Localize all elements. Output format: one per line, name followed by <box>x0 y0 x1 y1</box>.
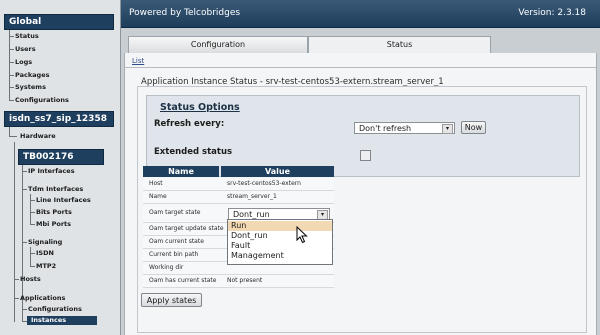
table-row: Host srv-test-centos53-extern <box>143 178 334 191</box>
powered-by-text: Powered by Telcobridges <box>129 8 241 18</box>
version-text: Version: 2.3.18 <box>518 8 586 18</box>
oam-target-state-value: Dont_run <box>233 210 270 219</box>
sidebar-item-tdm-interfaces[interactable]: Tdm Interfaces <box>28 184 83 194</box>
refresh-select-value: Don't refresh <box>359 124 412 133</box>
global-section-header[interactable]: Global <box>4 14 114 30</box>
row-name: Oam target update state <box>149 225 224 232</box>
dropdown-option-dont-run[interactable]: Dont_run <box>228 231 332 241</box>
table-header-value: Value <box>221 166 334 177</box>
sidebar-item-logs[interactable]: Logs <box>15 57 32 67</box>
sidebar-item-signaling[interactable]: Signaling <box>28 237 62 247</box>
sidebar-item-ip-interfaces[interactable]: IP Interfaces <box>28 166 75 176</box>
board-section-header[interactable]: TB002176 <box>18 149 104 165</box>
sidebar-item-instances[interactable]: Instances <box>27 316 97 325</box>
apply-states-button[interactable]: Apply states <box>141 293 202 307</box>
refresh-label: Refresh every: <box>154 119 225 129</box>
app-header: Powered by Telcobridges Version: 2.3.18 <box>121 0 600 28</box>
sidebar-item-line-interfaces[interactable]: Line Interfaces <box>36 195 91 205</box>
now-button[interactable]: Now <box>461 121 486 134</box>
table-row: Name stream_server_1 <box>143 191 334 204</box>
sidebar-item-app-configurations[interactable]: Configurations <box>28 304 82 314</box>
row-name: Name <box>149 193 167 200</box>
row-name: Working dir <box>149 264 184 271</box>
sidebar-item-packages[interactable]: Packages <box>15 70 49 80</box>
tab-configuration[interactable]: Configuration <box>128 36 308 53</box>
status-options-title: Status Options <box>160 102 240 113</box>
dropdown-option-management[interactable]: Management <box>228 251 332 261</box>
extended-status-label: Extended status <box>154 147 233 157</box>
sidebar-item-users[interactable]: Users <box>15 44 36 54</box>
device-section-header[interactable]: isdn_ss7_sip_12358 <box>4 111 114 127</box>
sidebar-item-systems[interactable]: Systems <box>15 82 46 92</box>
row-name: Oam current state <box>149 238 204 245</box>
sidebar-item-hardware[interactable]: Hardware <box>20 131 56 141</box>
row-name: Host <box>149 180 163 187</box>
sidebar-item-bits-ports[interactable]: Bits Ports <box>36 207 72 217</box>
chevron-down-icon: ▾ <box>442 124 453 134</box>
mouse-cursor-icon <box>296 226 308 244</box>
dropdown-option-run[interactable]: Run <box>228 221 332 231</box>
sidebar-item-hosts[interactable]: Hosts <box>20 274 41 284</box>
sidebar: Global Status Users Logs Packages System… <box>0 0 121 335</box>
status-options-box: Status Options Refresh every: Don't refr… <box>146 95 580 177</box>
sidebar-item-mbi-ports[interactable]: Mbi Ports <box>36 219 71 229</box>
sidebar-item-status[interactable]: Status <box>15 31 39 41</box>
extended-status-checkbox[interactable] <box>360 150 371 161</box>
row-value: srv-test-centos53-extern <box>227 180 301 187</box>
sidebar-item-mtp2[interactable]: MTP2 <box>36 261 56 271</box>
table-row: Oam has current state Not present <box>143 275 334 288</box>
row-name: Oam target state <box>149 209 201 216</box>
table-header-name: Name <box>143 166 219 177</box>
row-name: Current bin path <box>149 251 199 258</box>
sidebar-item-isdn[interactable]: ISDN <box>36 248 54 258</box>
row-value: stream_server_1 <box>227 193 277 200</box>
row-name: Oam has current state <box>149 277 217 284</box>
oam-target-state-dropdown: Run Dont_run Fault Management <box>227 219 333 265</box>
list-link[interactable]: List <box>132 57 144 65</box>
tab-status[interactable]: Status <box>308 36 491 53</box>
tab-bar: Configuration Status <box>128 36 591 53</box>
sidebar-item-applications[interactable]: Applications <box>20 293 65 303</box>
dropdown-option-fault[interactable]: Fault <box>228 241 332 251</box>
row-value: Not present <box>227 277 263 284</box>
refresh-select[interactable]: Don't refresh ▾ <box>354 122 455 134</box>
sidebar-item-configurations[interactable]: Configurations <box>15 95 69 105</box>
